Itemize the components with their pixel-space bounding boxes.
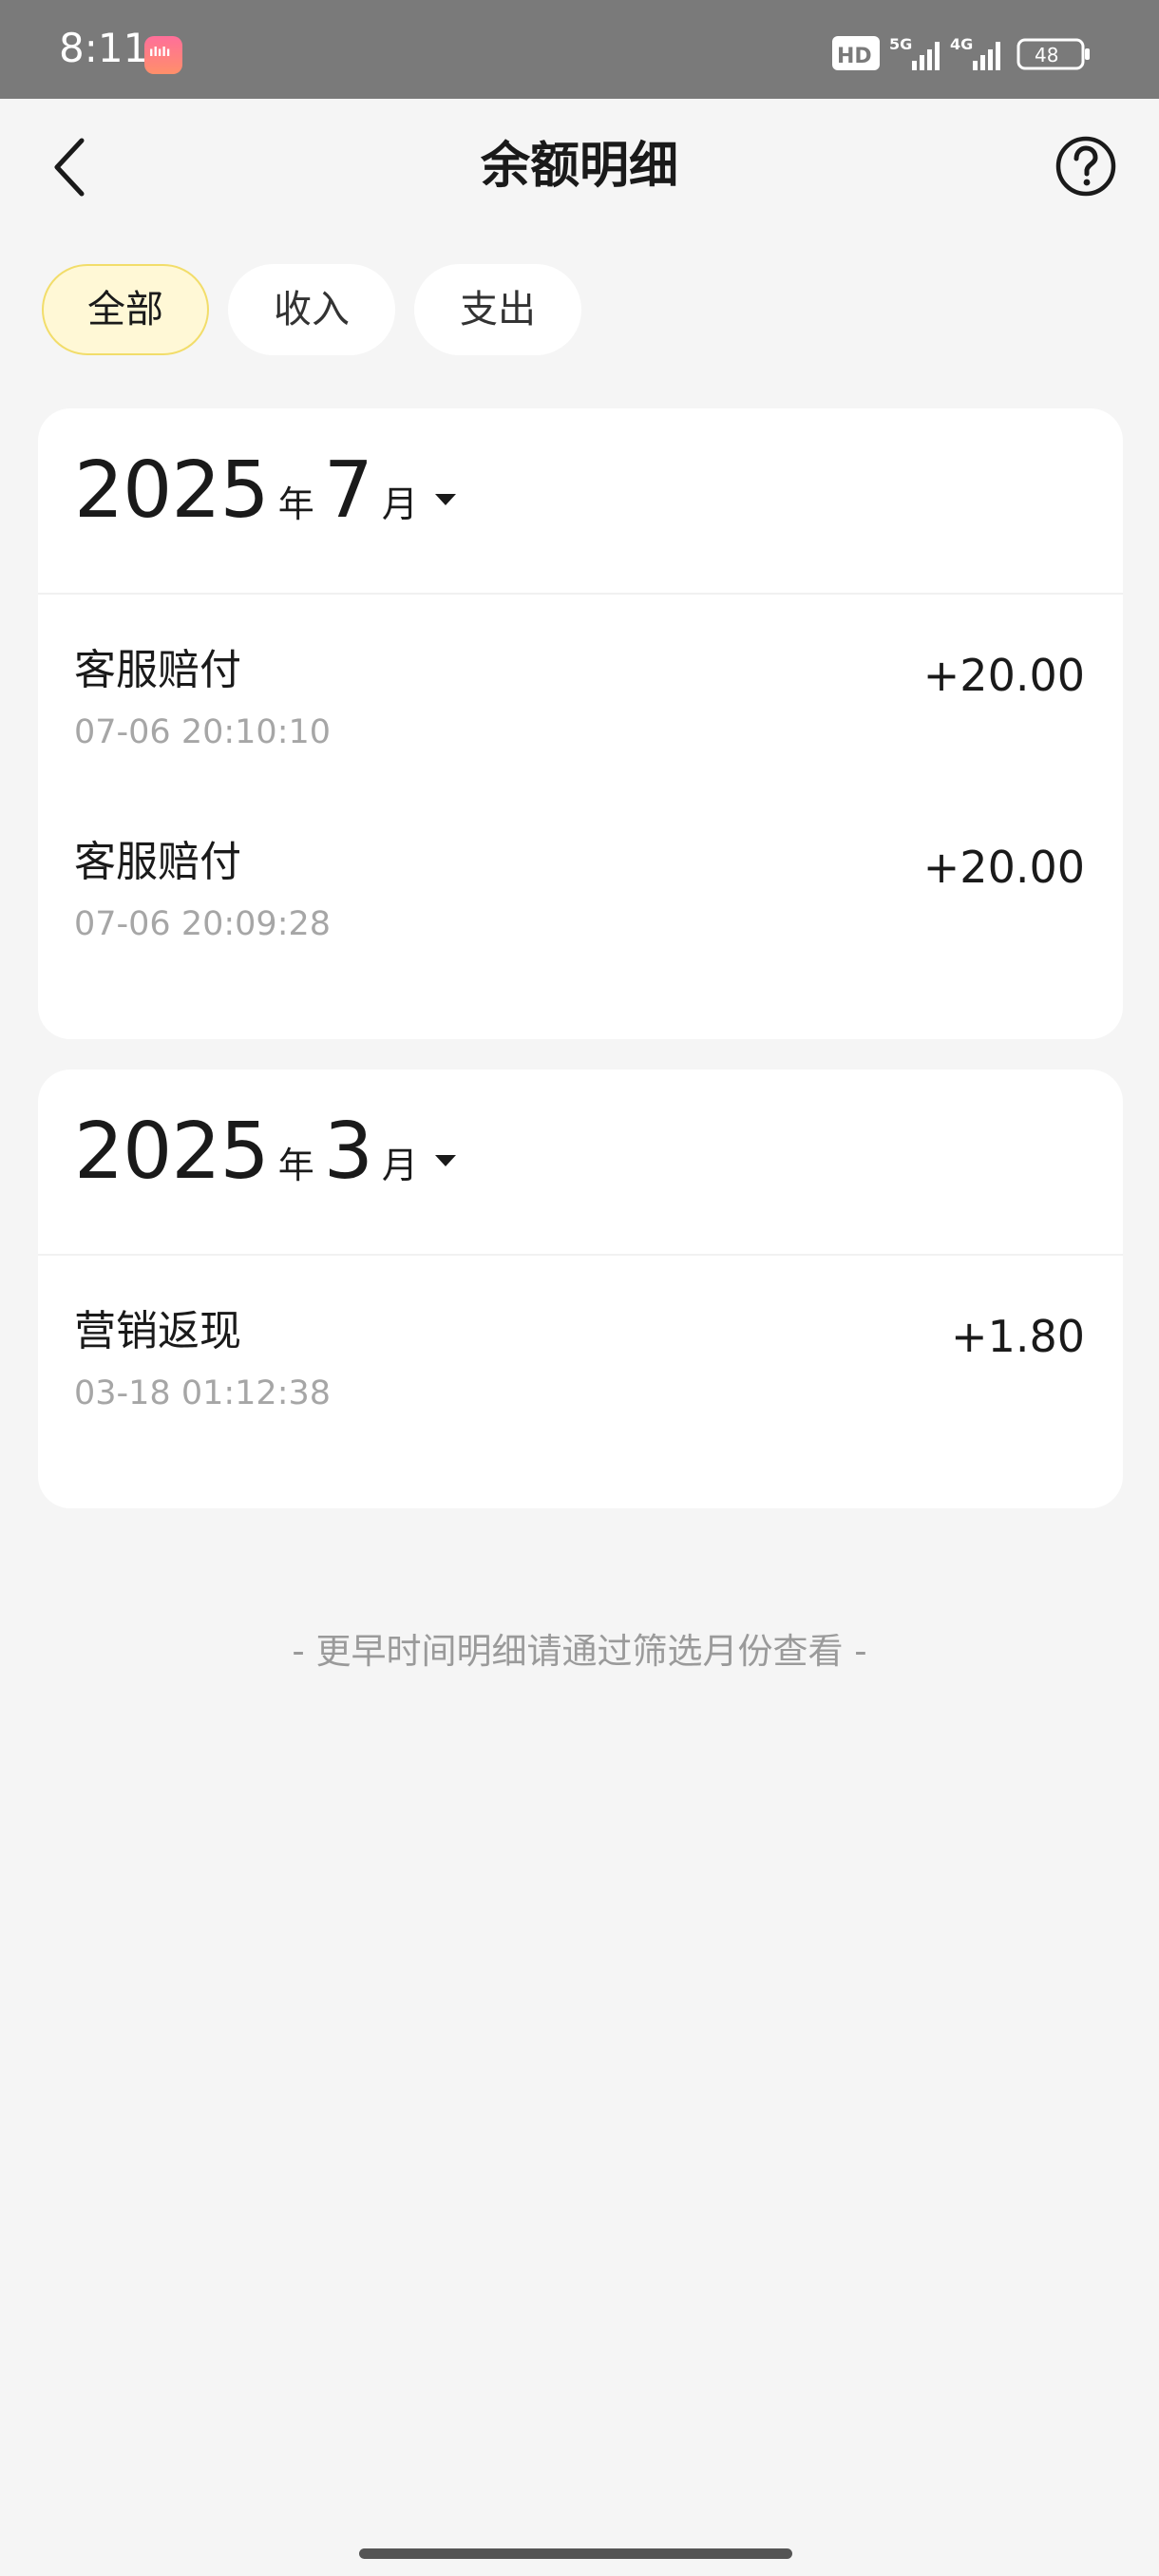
transaction-time: 03-18 01:12:38	[74, 1374, 332, 1412]
status-bar: 8:11 ılılı HD 5G 4G 48	[0, 0, 1159, 99]
tab-expense[interactable]: 支出	[414, 264, 581, 355]
status-indicators-svg: HD 5G 4G 48	[832, 35, 1090, 70]
month-number: 7	[323, 445, 373, 536]
nav-bar: 余额明细	[0, 99, 1159, 234]
tab-income[interactable]: 收入	[228, 264, 395, 355]
footer-note: - 更早时间明细请通过筛选月份查看 -	[292, 1631, 867, 1672]
transaction-title: 客服赔付	[74, 838, 241, 886]
transaction-amount: +20.00	[922, 842, 1085, 893]
month-label: 2025 年 7 月	[74, 452, 456, 530]
svg-text:HD: HD	[837, 45, 872, 68]
month-selector[interactable]: 2025 年 3 月	[38, 1070, 1123, 1256]
home-indicator[interactable]	[359, 2548, 792, 2559]
month-number: 3	[323, 1107, 373, 1197]
year-number: 2025	[74, 445, 270, 536]
transaction-amount: +20.00	[922, 650, 1085, 701]
transaction-time: 07-06 20:09:28	[74, 905, 332, 943]
month-card: 2025 年 3 月 营销返现 03-18 01:12:38 +1.80	[38, 1070, 1123, 1508]
transaction-title: 营销返现	[74, 1307, 241, 1355]
battery-icon: 48	[1016, 38, 1090, 70]
caret-down-icon	[434, 1155, 456, 1166]
transaction-time: 07-06 20:10:10	[74, 713, 332, 751]
transaction-item[interactable]: 客服赔付 07-06 20:10:10 +20.00	[38, 595, 1123, 786]
transaction-title: 客服赔付	[74, 646, 241, 694]
svg-text:4G: 4G	[950, 35, 973, 53]
month-label: 2025 年 3 月	[74, 1113, 456, 1191]
caret-down-icon	[434, 494, 456, 505]
hd-voice-icon: HD	[832, 36, 880, 70]
transaction-amount: +1.80	[951, 1311, 1085, 1362]
svg-text:5G: 5G	[889, 35, 912, 53]
transaction-item[interactable]: 营销返现 03-18 01:12:38 +1.80	[38, 1256, 1123, 1448]
status-indicators: HD 5G 4G 48	[832, 32, 1117, 74]
page-title: 余额明细	[480, 138, 678, 195]
month-selector[interactable]: 2025 年 7 月	[38, 408, 1123, 595]
status-time: 8:11	[59, 25, 149, 71]
month-unit: 月	[381, 1145, 418, 1186]
month-unit: 月	[381, 483, 418, 525]
svg-text:48: 48	[1035, 44, 1058, 66]
year-unit: 年	[277, 1145, 314, 1186]
bilibili-icon: ılılı	[144, 36, 182, 74]
year-number: 2025	[74, 1107, 270, 1197]
year-unit: 年	[277, 483, 314, 525]
transaction-item[interactable]: 客服赔付 07-06 20:09:28 +20.00	[38, 786, 1123, 978]
month-card: 2025 年 7 月 客服赔付 07-06 20:10:10 +20.00 客服赔付 …	[38, 408, 1123, 1039]
4g-signal-icon: 4G	[950, 35, 1000, 70]
5g-signal-icon: 5G	[889, 35, 940, 70]
tab-all[interactable]: 全部	[42, 264, 209, 355]
help-button[interactable]	[1054, 135, 1117, 198]
question-circle-icon	[1055, 136, 1116, 197]
